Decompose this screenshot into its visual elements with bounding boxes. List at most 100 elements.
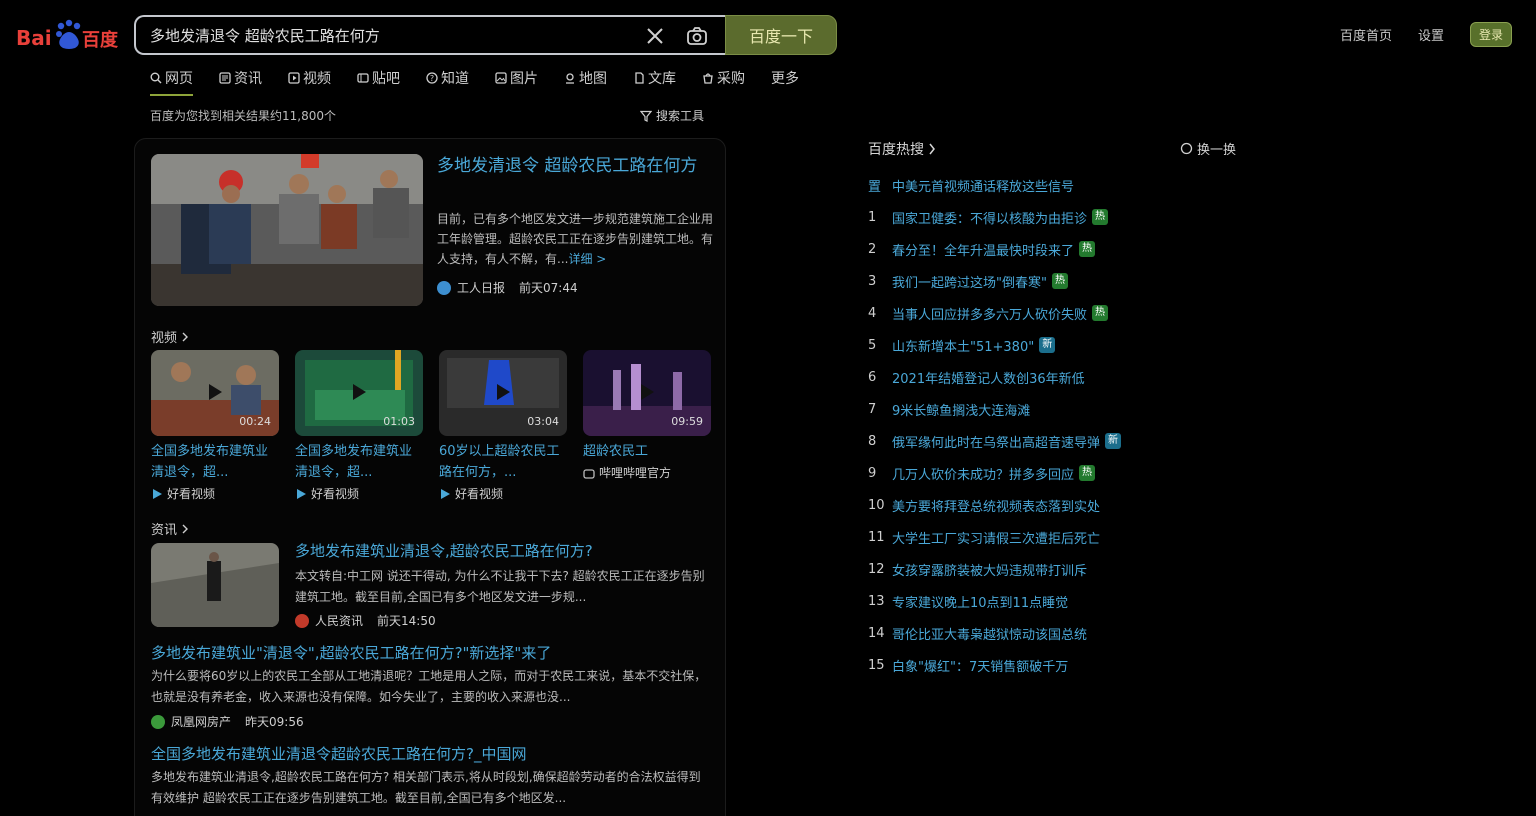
hot-item[interactable]: 15 白象"爆红"：7天销售额破千万 [868,649,1121,681]
tab-video[interactable]: 视频 [288,66,331,90]
hot-badge: 热 [1079,465,1096,481]
baidu-logo[interactable]: Bai 百度 [16,18,120,52]
new-badge: 新 [1105,433,1122,449]
bilibili-icon [583,468,595,479]
refresh-button[interactable]: 换一换 [1180,139,1236,158]
search-icon [150,72,162,84]
hot-item[interactable]: 4 当事人回应拼多多六万人砍价失败热 [868,297,1121,329]
video-thumbnail[interactable]: 03:04 [439,350,567,436]
video-source: 好看视频 [439,485,567,502]
video-thumbnail[interactable]: 01:03 [295,350,423,436]
filter-icon [640,110,652,122]
tab-wenku[interactable]: 文库 [633,66,676,90]
video-card[interactable]: 01:03 全国多地发布建筑业清退令，超... 好看视频 [295,350,423,502]
logo-text-baidu: 百度 [82,29,119,51]
tab-purchase[interactable]: 采购 [702,66,745,90]
main-result-image[interactable] [151,154,423,306]
new-badge: 新 [1039,337,1056,353]
chevron-right-icon [182,332,189,341]
hot-item[interactable]: 2 春分至！全年升温最快时段来了热 [868,233,1121,265]
source-logo-icon [151,714,165,729]
play-icon [209,384,222,400]
more-link[interactable]: 详细 > [568,252,606,266]
hot-item[interactable]: 10 美方要将拜登总统视频表态落到实处 [868,489,1121,521]
video-title[interactable]: 60岁以上超龄农民工路在何方，... [439,441,567,483]
tieba-icon [357,73,369,83]
news-title[interactable]: 多地发布建筑业清退令,超龄农民工路在何方? [295,540,593,561]
result-count: 百度为您找到相关结果约11,800个 [150,109,336,123]
hot-search-header[interactable]: 百度热搜 [868,139,936,159]
image-icon [495,72,507,84]
news-section-label[interactable]: 资讯 [151,519,189,538]
logo-text-bai: Bai [16,26,52,50]
main-result-source: 工人日报 前天07:44 [437,279,578,296]
video-source: 好看视频 [151,485,279,502]
hot-item[interactable]: 8 俄军缘何此时在乌祭出高超音速导弹新 [868,425,1122,457]
hot-item[interactable]: 13 专家建议晚上10点到11点睡觉 [868,585,1121,617]
hot-item[interactable]: 6 2021年结婚登记人数创36年新低 [868,361,1121,393]
search-tools-button[interactable]: 搜索工具 [640,107,704,124]
search-tabs: 网页 资讯 视频 贴吧 ? 知道 图片 地图 文库 采购 更多 [150,66,799,96]
refresh-icon [1180,142,1193,155]
video-title[interactable]: 全国多地发布建筑业清退令，超... [151,441,279,483]
hot-item[interactable]: 12 女孩穿露脐装被大妈违规带打训斥 [868,553,1121,585]
source-logo-icon [295,613,309,628]
source-logo-icon [437,280,451,295]
tab-image[interactable]: 图片 [495,66,538,90]
search-input[interactable] [150,24,630,46]
hot-badge: 热 [1051,273,1068,289]
svg-text:?: ? [430,74,434,83]
tab-zhidao[interactable]: ? 知道 [426,66,469,90]
video-section-label[interactable]: 视频 [151,327,189,346]
tab-tieba[interactable]: 贴吧 [357,66,400,90]
hot-badge: 热 [1092,305,1109,321]
hot-item[interactable]: 3 我们一起跨过这场"倒春寒" 热 [868,265,1121,297]
tab-news[interactable]: 资讯 [219,66,262,90]
hot-item[interactable]: 11 大学生工厂实习请假三次遭拒后死亡 [868,521,1121,553]
hot-item[interactable]: 7 9米长鲸鱼搁浅大连海滩 [868,393,1121,425]
video-card[interactable]: 00:24 全国多地发布建筑业清退令，超... 好看视频 [151,350,279,502]
settings-link[interactable]: 设置 [1418,25,1444,44]
map-icon [566,73,574,84]
video-thumbnail[interactable]: 00:24 [151,350,279,436]
video-source: 好看视频 [295,485,423,502]
result-source: 凤凰网房产 昨天09:56 [151,713,304,730]
doc-icon [635,72,644,84]
camera-icon[interactable] [686,25,708,47]
hot-badge: 热 [1079,241,1096,257]
chevron-right-icon [182,524,189,533]
hot-item[interactable]: 置中美元首视频通话释放这些信号 [868,169,1121,201]
haokan-icon [153,488,162,499]
video-card[interactable]: 03:04 60岁以上超龄农民工路在何方，... 好看视频 [439,350,567,502]
video-source: 哔哩哔哩官方 [583,464,711,481]
hot-item[interactable]: 9 几万人砍价未成功？拼多多回应热 [868,457,1121,489]
hot-item[interactable]: 5 山东新增本土"51+380" 新 [868,329,1121,361]
top-links: 百度首页 设置 登录 [1340,22,1512,47]
news-icon [219,72,231,84]
video-thumbnail[interactable]: 09:59 [583,350,711,436]
chevron-right-icon [929,143,935,155]
results-card: 多地发清退令 超龄农民工路在何方 目前，已有多个地区发文进一步规范建筑施工企业用… [134,138,726,816]
news-image[interactable] [151,543,279,627]
tab-more[interactable]: 更多 [771,66,799,90]
hot-search-list: 置中美元首视频通话释放这些信号 1 国家卫健委：不得以核酸为由拒诊热 2 春分至！全… [868,169,1122,681]
main-result-title[interactable]: 多地发清退令 超龄农民工路在何方 [437,153,707,180]
clear-icon[interactable] [644,25,666,47]
hot-badge: 热 [1092,209,1109,225]
home-link[interactable]: 百度首页 [1340,25,1392,44]
result-title[interactable]: 多地发布建筑业"清退令",超龄农民工路在何方?"新选择"来了 [151,642,551,663]
video-title[interactable]: 全国多地发布建筑业清退令，超... [295,441,423,483]
question-icon: ? [426,72,438,84]
login-button[interactable]: 登录 [1469,22,1512,47]
tab-web[interactable]: 网页 [150,66,193,96]
tab-map[interactable]: 地图 [564,66,607,90]
video-icon [288,72,300,84]
hot-item[interactable]: 1 国家卫健委：不得以核酸为由拒诊热 [868,201,1121,233]
news-abstract: 本文转自:中工网 说还干得动, 为什么不让我干下去? 超龄农民工正在逐步告别建筑… [295,569,705,604]
play-icon [353,384,366,400]
result-title[interactable]: 全国多地发布建筑业清退令超龄农民工路在何方?_中国网 [151,743,526,764]
haokan-icon [441,488,450,499]
hot-item[interactable]: 14 哥伦比亚大毒枭越狱惊动该国总统 [868,617,1121,649]
search-button[interactable]: 百度一下 [725,15,837,55]
video-card[interactable]: 09:59 超龄农民工 哔哩哔哩官方 [583,350,711,481]
